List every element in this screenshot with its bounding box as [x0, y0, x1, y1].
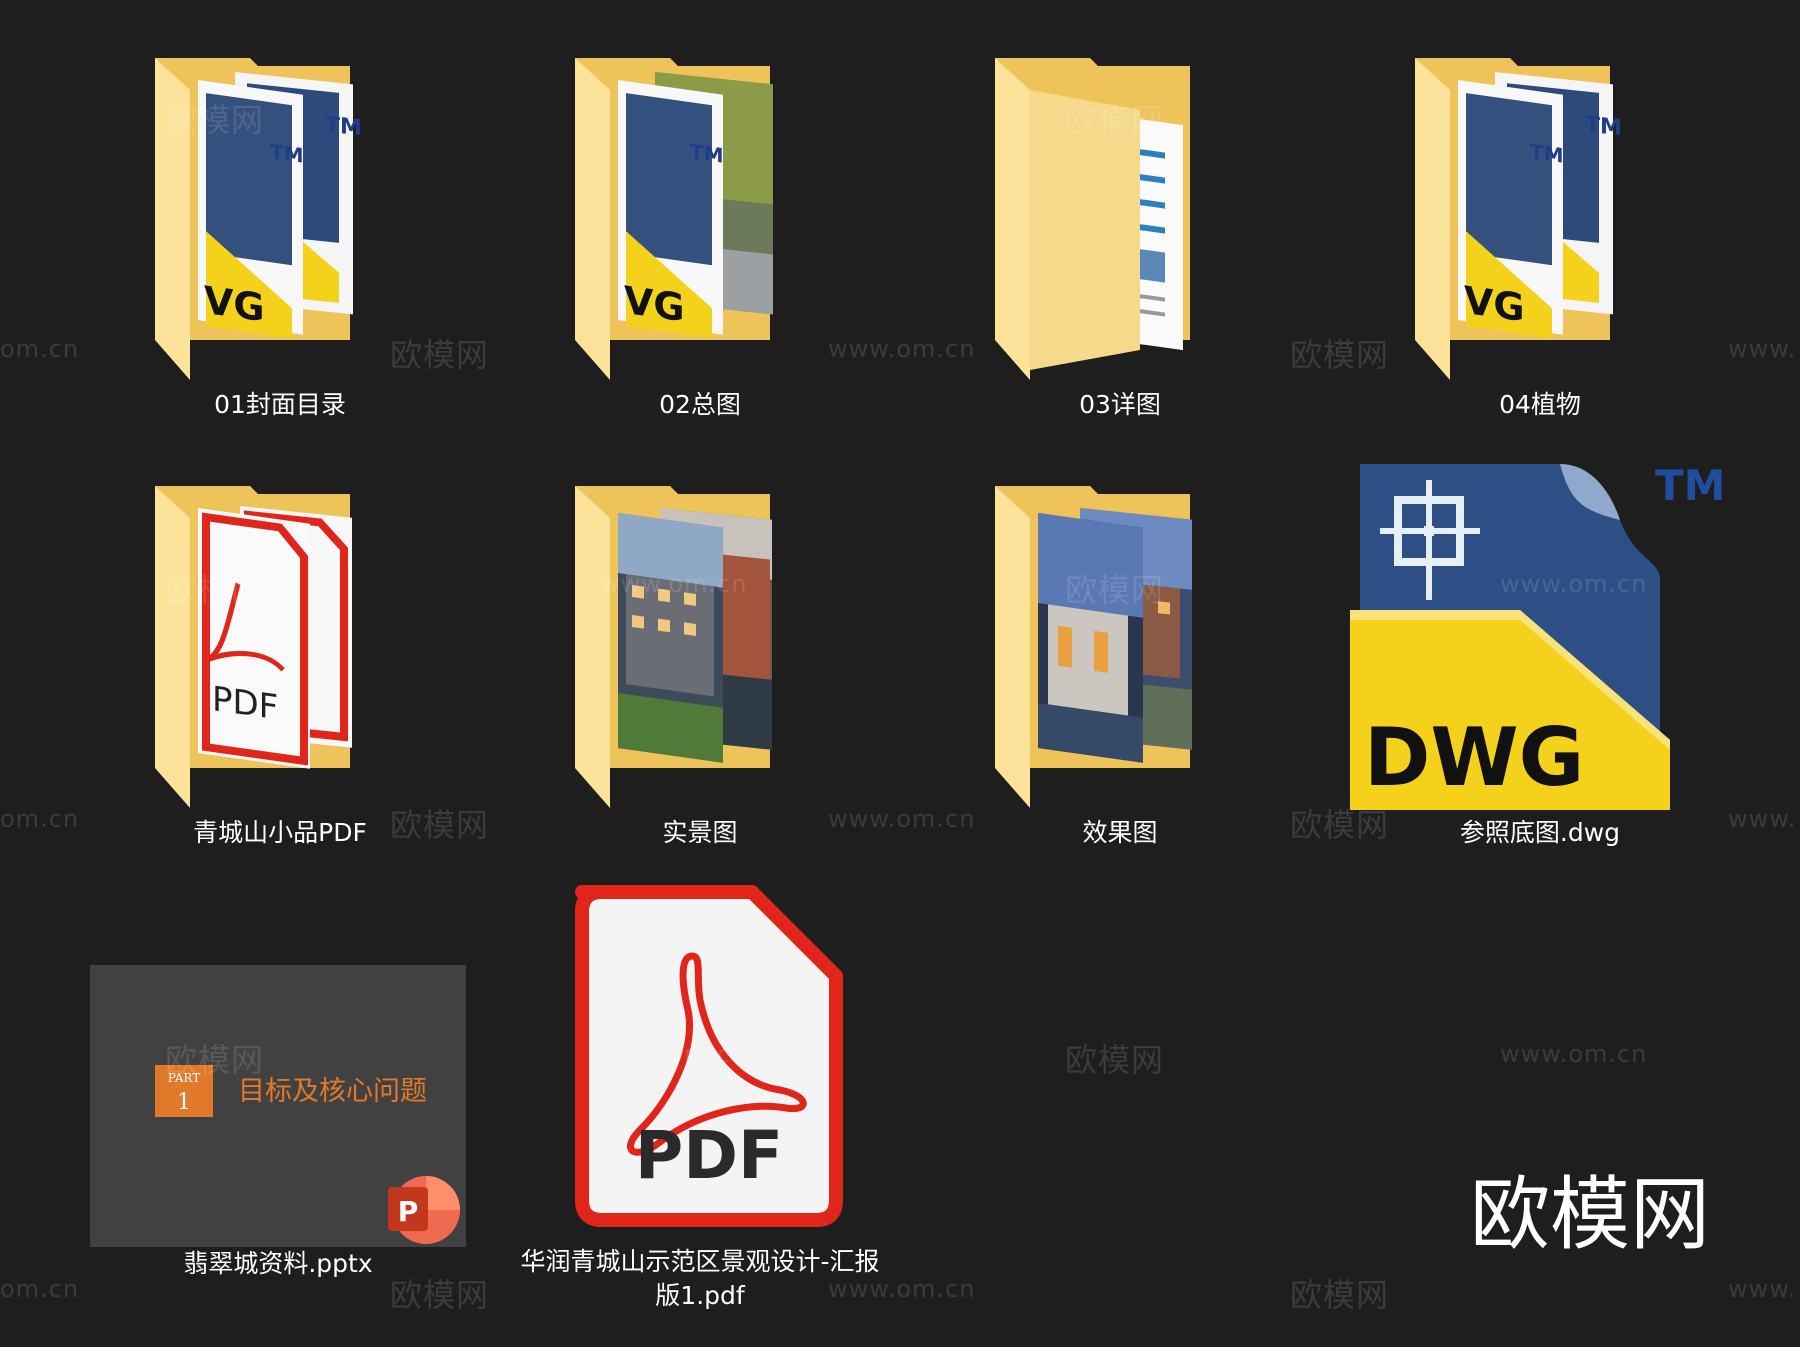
folder-icon: [930, 478, 1310, 818]
watermark-brand: 欧模网: [165, 101, 265, 139]
folder-icon: TM TM VG: [1350, 50, 1730, 390]
folder-item[interactable]: TM TM VG 04植物: [1350, 50, 1730, 430]
folder-item[interactable]: TM VG 02总图: [510, 50, 890, 430]
file-name-label: 参照底图.dwg: [1459, 818, 1621, 847]
watermark-brand: 欧模网: [1065, 571, 1165, 609]
file-explorer-view: TM TM VG 01封面目录 TM VG 02总图 03详图 TM TM VG…: [0, 0, 1800, 1347]
file-name-label: 效果图: [1082, 818, 1158, 847]
part-number: 1: [177, 1090, 191, 1115]
watermark-url: www.om.cn: [828, 805, 976, 833]
tm-text: TM: [1655, 461, 1725, 510]
dwg-text: DWG: [1364, 711, 1584, 804]
watermark-brand: 欧模网: [165, 571, 265, 609]
watermark-brand: 欧模网: [1290, 1276, 1390, 1314]
folder-icon: PDF: [90, 478, 470, 818]
watermark-url: www.: [1728, 335, 1797, 363]
file-name-label: 04植物: [1499, 390, 1581, 419]
watermark-url: om.cn: [0, 335, 80, 363]
svg-text:VG: VG: [1464, 279, 1525, 331]
svg-text:TM: TM: [690, 139, 724, 168]
file-item[interactable]: DWG TM 参照底图.dwg: [1350, 460, 1730, 860]
watermark-url: om.cn: [0, 1275, 80, 1303]
svg-text:TM: TM: [1530, 139, 1564, 168]
folder-item[interactable]: 实景图: [510, 478, 890, 858]
watermark-url: www.: [1728, 805, 1797, 833]
file-item[interactable]: PDF 华润青城山示范区景观设计-汇报版1.pdf: [510, 880, 890, 1320]
file-item[interactable]: PART 1 目标及核心问题 P 翡翠城资料.pptx: [90, 965, 470, 1285]
watermark-brand: 欧模网: [390, 336, 490, 374]
svg-text:P: P: [398, 1195, 419, 1228]
file-name-label: 02总图: [659, 390, 741, 419]
dwg-short-text: VG: [204, 279, 265, 331]
svg-text:VG: VG: [624, 279, 685, 331]
watermark-brand: 欧模网: [1065, 101, 1165, 139]
slide-title: 目标及核心问题: [238, 1076, 427, 1107]
watermark-url: www.om.cn: [828, 335, 976, 363]
watermark-url: www.om.cn: [1500, 570, 1648, 598]
watermark-brand: 欧模网: [1065, 1041, 1165, 1079]
watermark-brand: 欧模网: [390, 806, 490, 844]
watermark-url: www.om.cn: [1500, 1040, 1648, 1068]
file-name-label: 03详图: [1079, 390, 1161, 419]
folder-icon: [510, 478, 890, 818]
watermark-url: om.cn: [0, 805, 80, 833]
pdf-text: PDF: [635, 1117, 783, 1194]
tm-text: TM: [325, 113, 362, 142]
watermark-brand: 欧模网: [390, 1276, 490, 1314]
dwg-file-icon: DWG TM: [1350, 460, 1730, 820]
svg-text:TM: TM: [270, 139, 304, 168]
watermark-url: www.om.cn: [600, 570, 748, 598]
watermark-url: www.om.cn: [600, 1040, 748, 1068]
pptx-thumbnail: PART 1 目标及核心问题 P: [90, 965, 466, 1247]
folder-item[interactable]: 效果图: [930, 478, 1310, 858]
watermark-url: www.om.cn: [828, 1275, 976, 1303]
watermark-url: www.: [1728, 1275, 1797, 1303]
watermark-brand: 欧模网: [1290, 806, 1390, 844]
watermark-brand: 欧模网: [1290, 336, 1390, 374]
brand-watermark-large: 欧模网: [1470, 1168, 1710, 1261]
file-name-label: 01封面目录: [214, 390, 346, 419]
watermark-brand: 欧模网: [165, 1041, 265, 1079]
svg-text:TM: TM: [1585, 113, 1622, 142]
